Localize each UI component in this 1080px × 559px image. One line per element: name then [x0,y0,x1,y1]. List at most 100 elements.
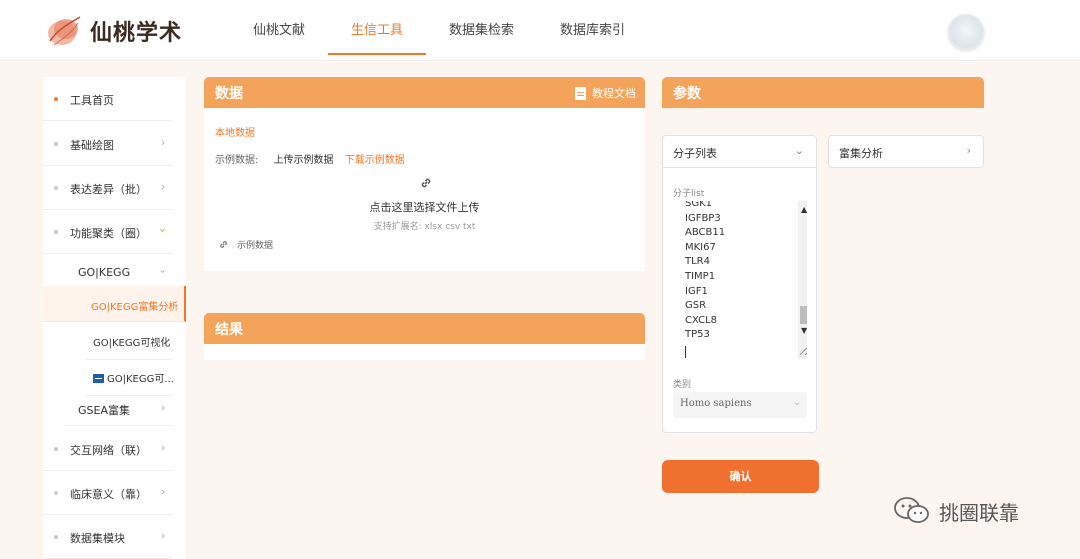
file-upload-area[interactable]: 点击这里选择文件上传 [204,199,645,215]
example-data-row: 示例数据: 上传示例数据 下载示例数据 [215,151,405,166]
sidebar-subitem-label: GO|KEGG可视化 [93,338,171,349]
result-panel-title: 结果 [215,322,243,338]
resize-grip-icon[interactable] [800,344,807,355]
molecule-line: MKI67 [685,241,716,253]
scrollbar-thumb[interactable] [800,306,807,324]
peach-logo-icon [48,16,81,46]
sidebar-item-label: 工具首页 [70,94,114,107]
upload-example-link[interactable]: 上传示例数据 [274,155,334,166]
top-navbar: 仙桃学术 仙桃文献 生信工具 数据集检索 数据库索引 [0,0,1080,61]
param-panel-title: 参数 [673,86,701,102]
flag-icon [93,374,104,383]
category-label: 类别 [673,380,692,390]
chevron-down-icon: ⌄ [794,144,804,157]
molecule-line: GSR [685,300,707,312]
chevron-right-icon: › [161,485,166,498]
molecule-list-select[interactable]: 分子列表 ⌄ [662,135,817,168]
molecule-list-select-label: 分子列表 [673,147,717,160]
sidebar-subitem-label: GSEA富集 [78,404,130,417]
data-panel-header: 数据 教程文档 [204,77,645,108]
logo[interactable]: 仙桃学术 [44,10,194,52]
wechat-watermark: 挑圈联靠 [893,496,1019,526]
chevron-right-icon: › [161,136,166,149]
bullet-icon [54,230,58,234]
sample-data-link[interactable]: 示例数据 [218,238,273,251]
main-nav: 仙桃文献 生信工具 数据集检索 数据库索引 [230,0,648,61]
sidebar-item-clinical-significance[interactable]: 临床意义（靠） › [43,471,172,515]
sidebar-item-expression-diff[interactable]: 表达差异（批） › [43,166,172,210]
sidebar-item-basic-plot[interactable]: 基础绘图 › [43,122,172,166]
chevron-right-icon: › [161,180,166,193]
sidebar-item-label: 临床意义（靠） [70,488,147,501]
molecule-line: IGF1 [685,285,708,297]
bullet-icon [54,535,58,539]
scrollbar[interactable]: ▲ ▼ [798,201,807,359]
download-example-link[interactable]: 下载示例数据 [345,155,405,166]
nav-bioinfo-tools[interactable]: 生信工具 [328,0,427,61]
scroll-down-arrow-icon[interactable]: ▼ [801,326,807,335]
chevron-down-icon: › [156,228,170,233]
molecule-line: ABCB11 [685,227,726,239]
chevron-right-icon: › [161,401,166,414]
sidebar-item-tools-home[interactable]: 工具首页 [43,77,172,121]
molecule-line: IGFBP3 [685,212,721,224]
nav-database-index[interactable]: 数据库索引 [537,0,648,61]
sidebar-subitem-text: GO|KEGG可... [107,374,174,385]
nav-dataset-search[interactable]: 数据集检索 [426,0,537,61]
bullet-icon [54,186,58,190]
tutorial-doc-link[interactable]: 教程文档 [575,85,636,101]
bullet-icon [54,491,58,495]
molecule-line: TP53 [685,329,710,341]
bullet-icon [54,97,58,101]
molecule-line: TIMP1 [685,270,716,282]
enrichment-analysis-select-label: 富集分析 [839,147,883,160]
sidebar-item-label: 数据集模块 [70,532,125,545]
enrichment-analysis-select[interactable]: 富集分析 › [828,135,984,168]
result-panel-header: 结果 [204,313,645,344]
link-icon [421,178,431,188]
sidebar-item-label: 基础绘图 [70,139,114,152]
result-panel-body [204,344,645,360]
molecule-lines: SGK1 IGFBP3 ABCB11 MKI67 TLR4 TIMP1 IGF1 GSR CXC… [685,201,725,343]
param-panel-header: 参数 [662,77,984,108]
confirm-button[interactable]: 确认 [662,460,819,493]
chevron-right-icon: › [966,144,971,157]
wechat-icon [894,497,929,523]
user-avatar[interactable] [948,14,984,50]
sidebar-subitem-label: GO|KEGG富集分析 [91,302,179,313]
sidebar-subitem-gokegg-enrich[interactable]: GO|KEGG富集分析 [43,286,186,322]
sidebar-item-dataset-module[interactable]: 数据集模块 › [43,515,172,559]
watermark-text: 挑圈联靠 [939,500,1019,525]
sidebar-subitem-label: GO|KEGG可... [93,370,174,385]
sidebar-item-functional-cluster[interactable]: 功能聚类（圈） › [43,210,172,254]
sidebar-subitem-label: GO|KEGG [78,266,131,279]
file-ext-hint: 支持扩展名: xlsx csv txt [373,222,476,232]
local-data-tab[interactable]: 本地数据 [215,124,255,139]
sidebar-item-label: 交互网络（联） [70,444,147,457]
chevron-right-icon: › [161,529,166,542]
nav-literature[interactable]: 仙桃文献 [230,0,328,61]
bullet-icon [54,447,58,451]
sidebar-item-label: 表达差异（批） [70,183,147,196]
molecule-line: SGK1 [685,201,713,209]
tutorial-doc-label: 教程文档 [592,87,636,100]
molecule-line: CXCL8 [685,314,718,326]
scroll-up-arrow-icon[interactable]: ▲ [801,205,807,214]
link-icon [220,241,227,248]
chevron-down-icon: ⌄ [792,397,801,408]
sidebar-item-interaction-network[interactable]: 交互网络（联） › [43,427,172,471]
document-icon [575,86,586,100]
molecule-list-label: 分子list [673,189,705,199]
species-select[interactable]: Homo sapiens ⌄ [673,392,807,418]
chevron-down-icon: › [156,269,170,274]
sidebar-subitem-gokegg-visual[interactable]: GO|KEGG可视化 [86,322,172,360]
molecule-list-textarea[interactable]: SGK1 IGFBP3 ABCB11 MKI67 TLR4 TIMP1 IGF1 GSR CXC… [673,201,807,359]
example-data-label: 示例数据: [215,155,259,166]
text-caret [685,346,686,358]
bullet-icon [54,142,58,146]
logo-text: 仙桃学术 [90,20,183,46]
sidebar-item-label: 功能聚类（圈） [70,227,147,240]
molecule-list-panel: 分子list SGK1 IGFBP3 ABCB11 MKI67 TLR4 TIMP1 IGF… [662,168,817,433]
species-select-value: Homo sapiens [680,398,752,409]
sidebar-subitem-gsea[interactable]: GSEA富集 › [64,390,172,426]
